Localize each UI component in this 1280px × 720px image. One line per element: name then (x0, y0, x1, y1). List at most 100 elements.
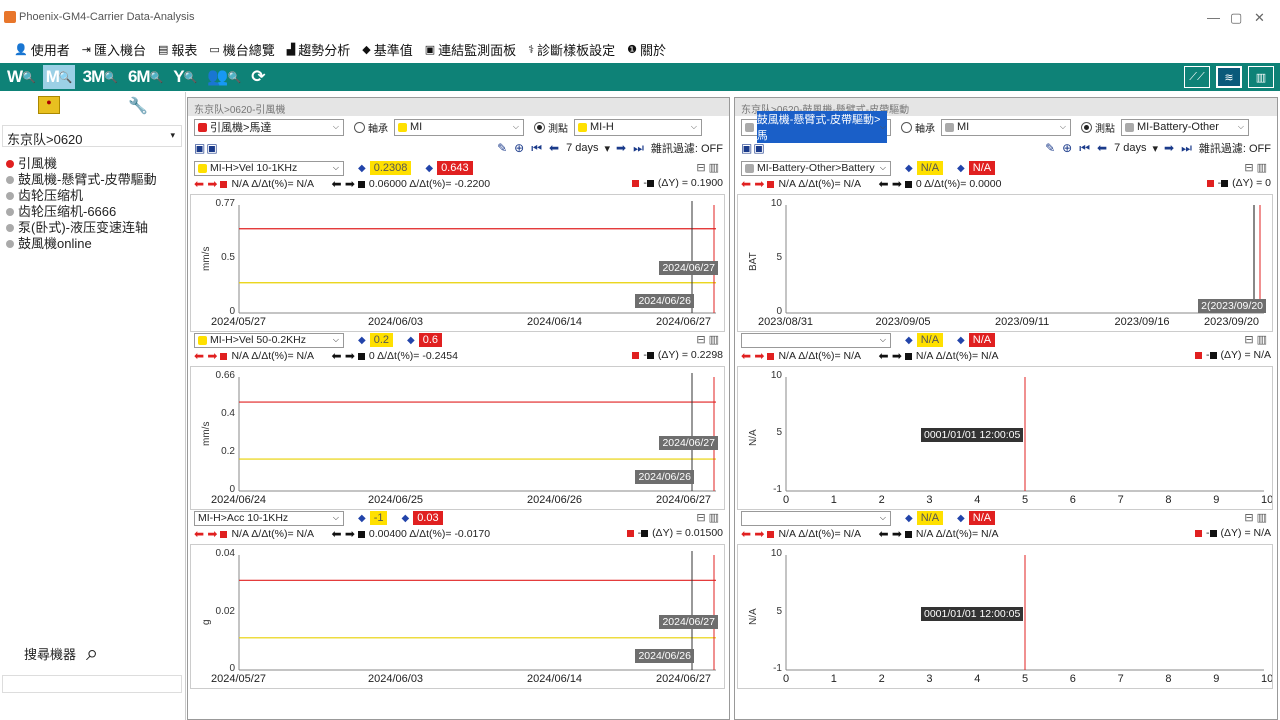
point-select[interactable]: MI-Battery-Other ⌵ (1121, 118, 1249, 136)
alert-low-value[interactable]: N/A (916, 511, 944, 525)
tree-node[interactable]: 泵(卧式)-液压变速连轴 (6, 220, 184, 236)
point-select[interactable]: MI-H ⌵ (574, 118, 702, 136)
axis-radio[interactable]: 軸承 (901, 120, 935, 135)
prev-icon[interactable]: ⬅ (549, 141, 559, 155)
channel-select[interactable]: MI-Battery-Other>Battery ⌵ (741, 160, 891, 176)
axis-select[interactable]: MI ⌵ (394, 118, 524, 136)
maximize-button[interactable]: ▢ (1230, 10, 1242, 26)
chart-tools-icon[interactable]: ⊟ ▥ (1244, 333, 1267, 346)
add-icon[interactable]: ⊕ (514, 141, 524, 155)
black-cursor-arrows-icon[interactable]: ⬅ ➡ (331, 177, 354, 191)
pen-icon[interactable]: ✎ (1045, 141, 1055, 155)
red-cursor-arrows-icon[interactable]: ⬅ ➡ (741, 177, 764, 191)
chart-tools-icon[interactable]: ⊟ ▥ (696, 511, 719, 524)
channel-select[interactable]: MI-H>Vel 50-0.2KHz ⌵ (194, 332, 344, 348)
axis-select[interactable]: MI ⌵ (941, 118, 1071, 136)
alert-high-value[interactable]: 0.6 (418, 333, 442, 347)
point-radio[interactable]: 測點 (534, 120, 568, 135)
machine-select[interactable]: 鼓風機-懸臂式-皮帶驅動>馬 ⌵ (741, 111, 891, 143)
range-select[interactable]: 7 days (566, 142, 598, 154)
red-cursor-arrows-icon[interactable]: ⬅ ➡ (741, 527, 764, 541)
group-select[interactable]: 东京队>0620 ▾ (2, 125, 182, 147)
user-search-button[interactable]: 👥 🔍 (204, 65, 243, 89)
menu-item-8[interactable]: ❶ 關於 (627, 40, 666, 59)
alert-low-value[interactable]: N/A (916, 161, 944, 175)
month-view-button[interactable]: M 🔍 (42, 65, 75, 89)
alert-high-value[interactable]: 0.643 (437, 161, 473, 175)
tree-node[interactable]: 齿轮压缩机 (6, 188, 184, 204)
export-all-icon[interactable]: ▣ (206, 141, 217, 155)
alert-high-value[interactable]: N/A (968, 333, 996, 347)
trend-chart[interactable]: 0.04 0.02 0 g 2024/05/27 2024/06/03 2024/06/14… (190, 544, 725, 689)
menu-item-4[interactable]: ▟ 趨勢分析 (287, 40, 350, 59)
tree-node[interactable]: 鼓風機-懸臂式-皮帶驅動 (6, 172, 184, 188)
menu-item-2[interactable]: ▤ 報表 (158, 40, 197, 59)
first-icon[interactable]: ⏮ (1079, 141, 1090, 156)
channel-select[interactable]: ⌵ (741, 510, 891, 526)
menu-item-5[interactable]: ◆ 基準值 (362, 40, 412, 59)
tree-node[interactable]: 齿轮压缩机-6666 (6, 204, 184, 220)
search-icon[interactable]: ⌕ (86, 640, 98, 666)
alert-high-value[interactable]: N/A (968, 511, 996, 525)
first-icon[interactable]: ⏮ (531, 141, 542, 156)
red-cursor-arrows-icon[interactable]: ⬅ ➡ (741, 349, 764, 363)
machine-search[interactable]: 搜尋機器 ⌕ (24, 640, 98, 666)
alert-high-value[interactable]: 0.03 (413, 511, 443, 525)
prev-icon[interactable]: ⬅ (1097, 141, 1107, 155)
black-cursor-arrows-icon[interactable]: ⬅ ➡ (331, 527, 354, 541)
last-icon[interactable]: ⏭ (1181, 141, 1192, 156)
3month-view-button[interactable]: 3M 🔍 (80, 65, 120, 89)
search-input[interactable] (2, 675, 182, 693)
trend-chart[interactable]: 0.77 0.5 0 mm/s 2024/05/27 2024/06/03 2024/06/… (190, 194, 725, 332)
alert-low-value[interactable]: 0.2308 (369, 161, 412, 175)
6month-view-button[interactable]: 6M 🔍 (125, 65, 165, 89)
chart-tools-icon[interactable]: ⊟ ▥ (696, 161, 719, 174)
machine-select[interactable]: 引風機>馬達 ⌵ (194, 118, 344, 136)
last-icon[interactable]: ⏭ (633, 141, 644, 156)
trend-chart[interactable]: 10 5 -1 N/A 0 1 2 3 4 5 6 7 8 9 10 0001/01/01 12:00:05 (737, 366, 1273, 510)
bar-chart-button[interactable]: ▥ (1248, 66, 1274, 88)
range-select[interactable]: 7 days (1114, 142, 1146, 154)
trend-chart-button[interactable]: ⟋⟋ (1184, 66, 1210, 88)
add-icon[interactable]: ⊕ (1062, 141, 1072, 155)
menu-item-7[interactable]: ⚕ 診斷樣板設定 (528, 40, 615, 59)
next-icon[interactable]: ➡ (1164, 141, 1174, 155)
red-cursor-arrows-icon[interactable]: ⬅ ➡ (194, 527, 217, 541)
trend-chart[interactable]: 10 5 -1 N/A 0 1 2 3 4 5 6 7 8 9 10 0001/01/01 12:00:05 (737, 544, 1273, 689)
channel-select[interactable]: MI-H>Vel 10-1KHz ⌵ (194, 160, 344, 176)
menu-item-1[interactable]: ⇥ 匯入機台 (82, 40, 146, 59)
trend-chart[interactable]: 0.66 0.4 0.2 0 mm/s 2024/06/24 2024/06/25 2024/… (190, 366, 725, 510)
point-radio[interactable]: 測點 (1081, 120, 1115, 135)
chart-tools-icon[interactable]: ⊟ ▥ (696, 333, 719, 346)
refresh-button[interactable]: ⟳ (248, 65, 267, 89)
black-cursor-arrows-icon[interactable]: ⬅ ➡ (878, 349, 901, 363)
technician-icon[interactable]: 🔧 (128, 96, 148, 116)
week-view-button[interactable]: W 🔍 (4, 65, 38, 89)
alert-low-value[interactable]: 0.2 (369, 333, 393, 347)
close-button[interactable]: ✕ (1254, 10, 1265, 26)
chart-tools-icon[interactable]: ⊟ ▥ (1244, 511, 1267, 524)
channel-select[interactable]: ⌵ (741, 332, 891, 348)
black-cursor-arrows-icon[interactable]: ⬅ ➡ (878, 527, 901, 541)
year-view-button[interactable]: Y 🔍 (170, 65, 199, 89)
noise-filter-toggle[interactable]: 雜訊過濾: OFF (651, 140, 723, 156)
channel-select[interactable]: MI-H>Acc 10-1KHz ⌵ (194, 510, 344, 526)
pen-icon[interactable]: ✎ (497, 141, 507, 155)
alarm-icon[interactable]: ● (38, 96, 60, 114)
red-cursor-arrows-icon[interactable]: ⬅ ➡ (194, 349, 217, 363)
export-all-icon[interactable]: ▣ (753, 141, 764, 155)
export-icon[interactable]: ▣ (194, 141, 205, 155)
black-cursor-arrows-icon[interactable]: ⬅ ➡ (878, 177, 901, 191)
trend-chart[interactable]: 10 5 0 BAT 2023/08/31 2023/09/05 2023/09/11 202… (737, 194, 1273, 332)
noise-filter-toggle[interactable]: 雜訊過濾: OFF (1199, 140, 1271, 156)
minimize-button[interactable]: — (1207, 10, 1220, 25)
menu-item-3[interactable]: ▭ 機台總覽 (209, 40, 274, 59)
multi-chart-button[interactable]: ≋ (1216, 66, 1242, 88)
alert-low-value[interactable]: -1 (369, 511, 388, 525)
menu-item-6[interactable]: ▣ 連結監測面板 (425, 40, 516, 59)
menu-item-0[interactable]: 👤 使用者 (14, 40, 70, 59)
axis-radio[interactable]: 軸承 (354, 120, 388, 135)
black-cursor-arrows-icon[interactable]: ⬅ ➡ (331, 349, 354, 363)
alert-high-value[interactable]: N/A (968, 161, 996, 175)
red-cursor-arrows-icon[interactable]: ⬅ ➡ (194, 177, 217, 191)
